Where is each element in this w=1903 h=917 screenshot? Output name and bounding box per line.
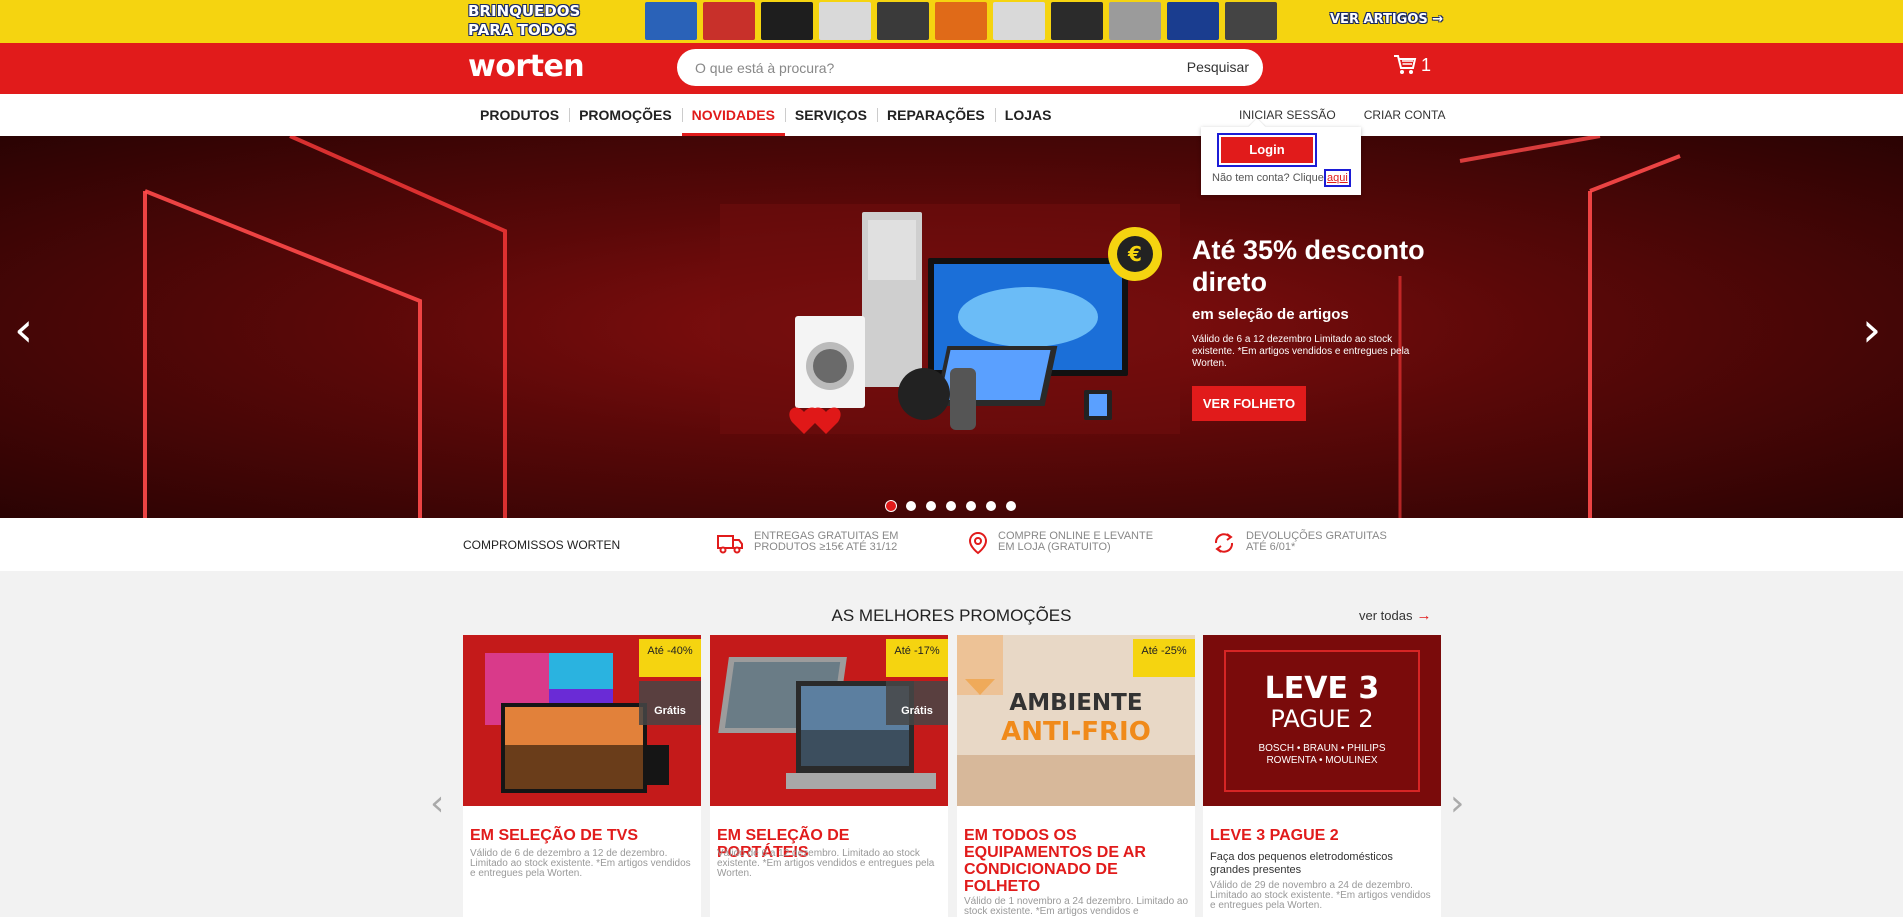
nav-item-novidades[interactable]: NOVIDADES — [681, 94, 786, 136]
carousel-dot[interactable] — [1006, 501, 1016, 511]
signup-prompt-text: Não tem conta? Clique — [1212, 172, 1324, 184]
promo-card-title: EM TODOS OS EQUIPAMENTOS DE AR CONDICION… — [964, 827, 1146, 895]
free-delivery-label: Grátis — [901, 705, 933, 717]
signup-here-link[interactable]: aqui — [1323, 169, 1351, 187]
discount-badge: Até -17% — [886, 639, 948, 677]
cart-count: 1 — [1421, 54, 1432, 75]
promo-card-desc: Válido de 1 novembro a 24 dezembro. Limi… — [964, 896, 1189, 917]
promo-card-laptops[interactable]: Até -17% Grátis EM SELEÇÃO DE PORTÁTEIS … — [710, 635, 948, 917]
commitment-text: DEVOLUÇÕES GRATUITAS ATÉ 6/01* — [1246, 530, 1387, 553]
discount-badge: Até -40% — [639, 639, 701, 677]
commitment-free-returns[interactable]: DEVOLUÇÕES GRATUITAS ATÉ 6/01* — [1212, 531, 1406, 555]
commitment-text: ENTREGAS GRATUITAS EM PRODUTOS ≥15€ ATÉ … — [754, 530, 899, 553]
promo-card-desc: Válido de 6 a 12 dezembro. Limitado ao s… — [717, 848, 935, 879]
site-header: worten Pesquisar 1 — [0, 43, 1903, 94]
promo-card-image: Até -17% Grátis — [710, 635, 948, 806]
promo-banner-text: BRINQUEDOS PARA TODOS — [468, 2, 581, 39]
hero-subtitle: em seleção de artigos — [1192, 306, 1349, 323]
carousel-dot[interactable] — [966, 501, 976, 511]
carousel-next-icon[interactable]: › — [1862, 306, 1881, 354]
promo-card-brands: BOSCH • BRAUN • PHILIPS ROWENTA • MOULIN… — [1258, 743, 1386, 766]
discount-badge: Até -25% — [1133, 639, 1195, 677]
carousel-dot[interactable] — [886, 501, 896, 511]
carousel-prev-icon[interactable]: ‹ — [14, 306, 33, 354]
promo-card-image: AMBIENTE ANTI-FRIO Até -25% — [957, 635, 1195, 806]
worten-logo[interactable]: worten — [468, 49, 585, 84]
commitment-store-pickup[interactable]: COMPRE ONLINE E LEVANTE EM LOJA (GRATUIT… — [968, 531, 1158, 555]
promo-card-air-conditioning[interactable]: AMBIENTE ANTI-FRIO Até -25% EM TODOS OS … — [957, 635, 1195, 917]
commitments-title: COMPROMISSOS WORTEN — [463, 538, 621, 552]
promo-card-subdesc: Faça dos pequenos eletrodomésticos grand… — [1210, 851, 1393, 876]
promo-card-tvs[interactable]: Até -40% Grátis EM SELEÇÃO DE TVS Válido… — [463, 635, 701, 917]
promo-banner-products — [645, 2, 1277, 42]
free-delivery-badge: Grátis — [639, 681, 701, 725]
main-nav: PRODUTOS PROMOÇÕES NOVIDADES SERVIÇOS RE… — [0, 94, 1903, 136]
create-account-link[interactable]: CRIAR CONTA — [1364, 108, 1446, 122]
search-bar: Pesquisar — [677, 49, 1263, 86]
carousel-dot[interactable] — [906, 501, 916, 511]
promo-card-desc: Válido de 29 de novembro a 24 de dezembr… — [1210, 880, 1431, 911]
promo-banner-cta-label: VER ARTIGOS — [1330, 12, 1428, 27]
promo-card-image-text: AMBIENTE — [1009, 690, 1143, 716]
view-leaflet-button[interactable]: VER FOLHETO — [1192, 386, 1306, 421]
commitment-text: COMPRE ONLINE E LEVANTE EM LOJA (GRATUIT… — [998, 530, 1154, 553]
sign-in-link[interactable]: INICIAR SESSÃO — [1239, 108, 1336, 122]
promo-card-image-text: ANTI-FRIO — [1001, 717, 1151, 747]
promo-card-desc: Válido de 6 de dezembro a 12 de dezembro… — [470, 848, 691, 879]
promo-card-title: EM SELEÇÃO DE TVS — [470, 827, 639, 844]
see-all-link[interactable]: ver todas → — [1359, 607, 1431, 624]
promo-card-buy3-pay2[interactable]: LEVE 3 PAGUE 2 BOSCH • BRAUN • PHILIPS R… — [1203, 635, 1441, 917]
search-input[interactable] — [695, 57, 1155, 79]
hero-title: Até 35% desconto direto — [1192, 235, 1425, 297]
nav-item-promocoes[interactable]: PROMOÇÕES — [569, 94, 682, 136]
hero-background: € — [143, 136, 1681, 518]
arrow-right-icon: → — [1432, 12, 1444, 27]
nav-item-servicos[interactable]: SERVIÇOS — [784, 94, 877, 136]
arrow-right-icon: → — [1416, 607, 1432, 624]
promo-card-image-text: LEVE 3 — [1264, 671, 1380, 706]
promo-card-image-text: PAGUE 2 — [1270, 705, 1374, 733]
hero-carousel: € Até 35% desconto direto em seleção de … — [0, 136, 1903, 518]
carousel-dot[interactable] — [946, 501, 956, 511]
promo-card-title: LEVE 3 PAGUE 2 — [1210, 827, 1339, 844]
commitment-free-delivery[interactable]: ENTREGAS GRATUITAS EM PRODUTOS ≥15€ ATÉ … — [716, 531, 914, 555]
login-dropdown: Login Não tem conta? Clique aqui — [1201, 127, 1361, 195]
promo-banner[interactable]: BRINQUEDOS PARA TODOS VER ARTIGOS → — [0, 0, 1903, 43]
cart-icon — [1394, 55, 1417, 74]
promo-banner-cta[interactable]: VER ARTIGOS → — [1330, 12, 1443, 27]
signup-prompt: Não tem conta? Clique aqui — [1212, 169, 1351, 187]
nav-item-reparacoes[interactable]: REPARAÇÕES — [877, 94, 995, 136]
search-button[interactable]: Pesquisar — [1187, 59, 1249, 75]
free-delivery-label: Grátis — [654, 705, 686, 717]
promotions-prev-icon[interactable]: ‹ — [430, 783, 444, 824]
see-all-label: ver todas — [1359, 608, 1413, 623]
commitments-bar: COMPROMISSOS WORTEN ENTREGAS GRATUITAS E… — [0, 518, 1903, 571]
promotions-next-icon[interactable]: › — [1450, 783, 1464, 824]
truck-icon — [717, 535, 743, 554]
return-arrows-icon — [1214, 533, 1234, 553]
carousel-dot[interactable] — [926, 501, 936, 511]
nav-item-produtos[interactable]: PRODUTOS — [470, 94, 569, 136]
nav-item-lojas[interactable]: LOJAS — [994, 94, 1062, 136]
promo-card-image: Até -40% Grátis — [463, 635, 701, 806]
free-delivery-badge: Grátis — [886, 681, 948, 725]
promotions-title: AS MELHORES PROMOÇÕES — [831, 606, 1072, 625]
promo-card-image: LEVE 3 PAGUE 2 BOSCH • BRAUN • PHILIPS R… — [1203, 635, 1441, 806]
carousel-dots — [886, 501, 1016, 511]
location-pin-icon — [968, 531, 988, 555]
svg-text:€: € — [1127, 242, 1142, 266]
hero-terms: Válido de 6 a 12 dezembro Limitado ao st… — [1192, 334, 1410, 369]
carousel-dot[interactable] — [986, 501, 996, 511]
login-button[interactable]: Login — [1217, 133, 1317, 167]
cart-button[interactable]: 1 — [1393, 54, 1431, 76]
